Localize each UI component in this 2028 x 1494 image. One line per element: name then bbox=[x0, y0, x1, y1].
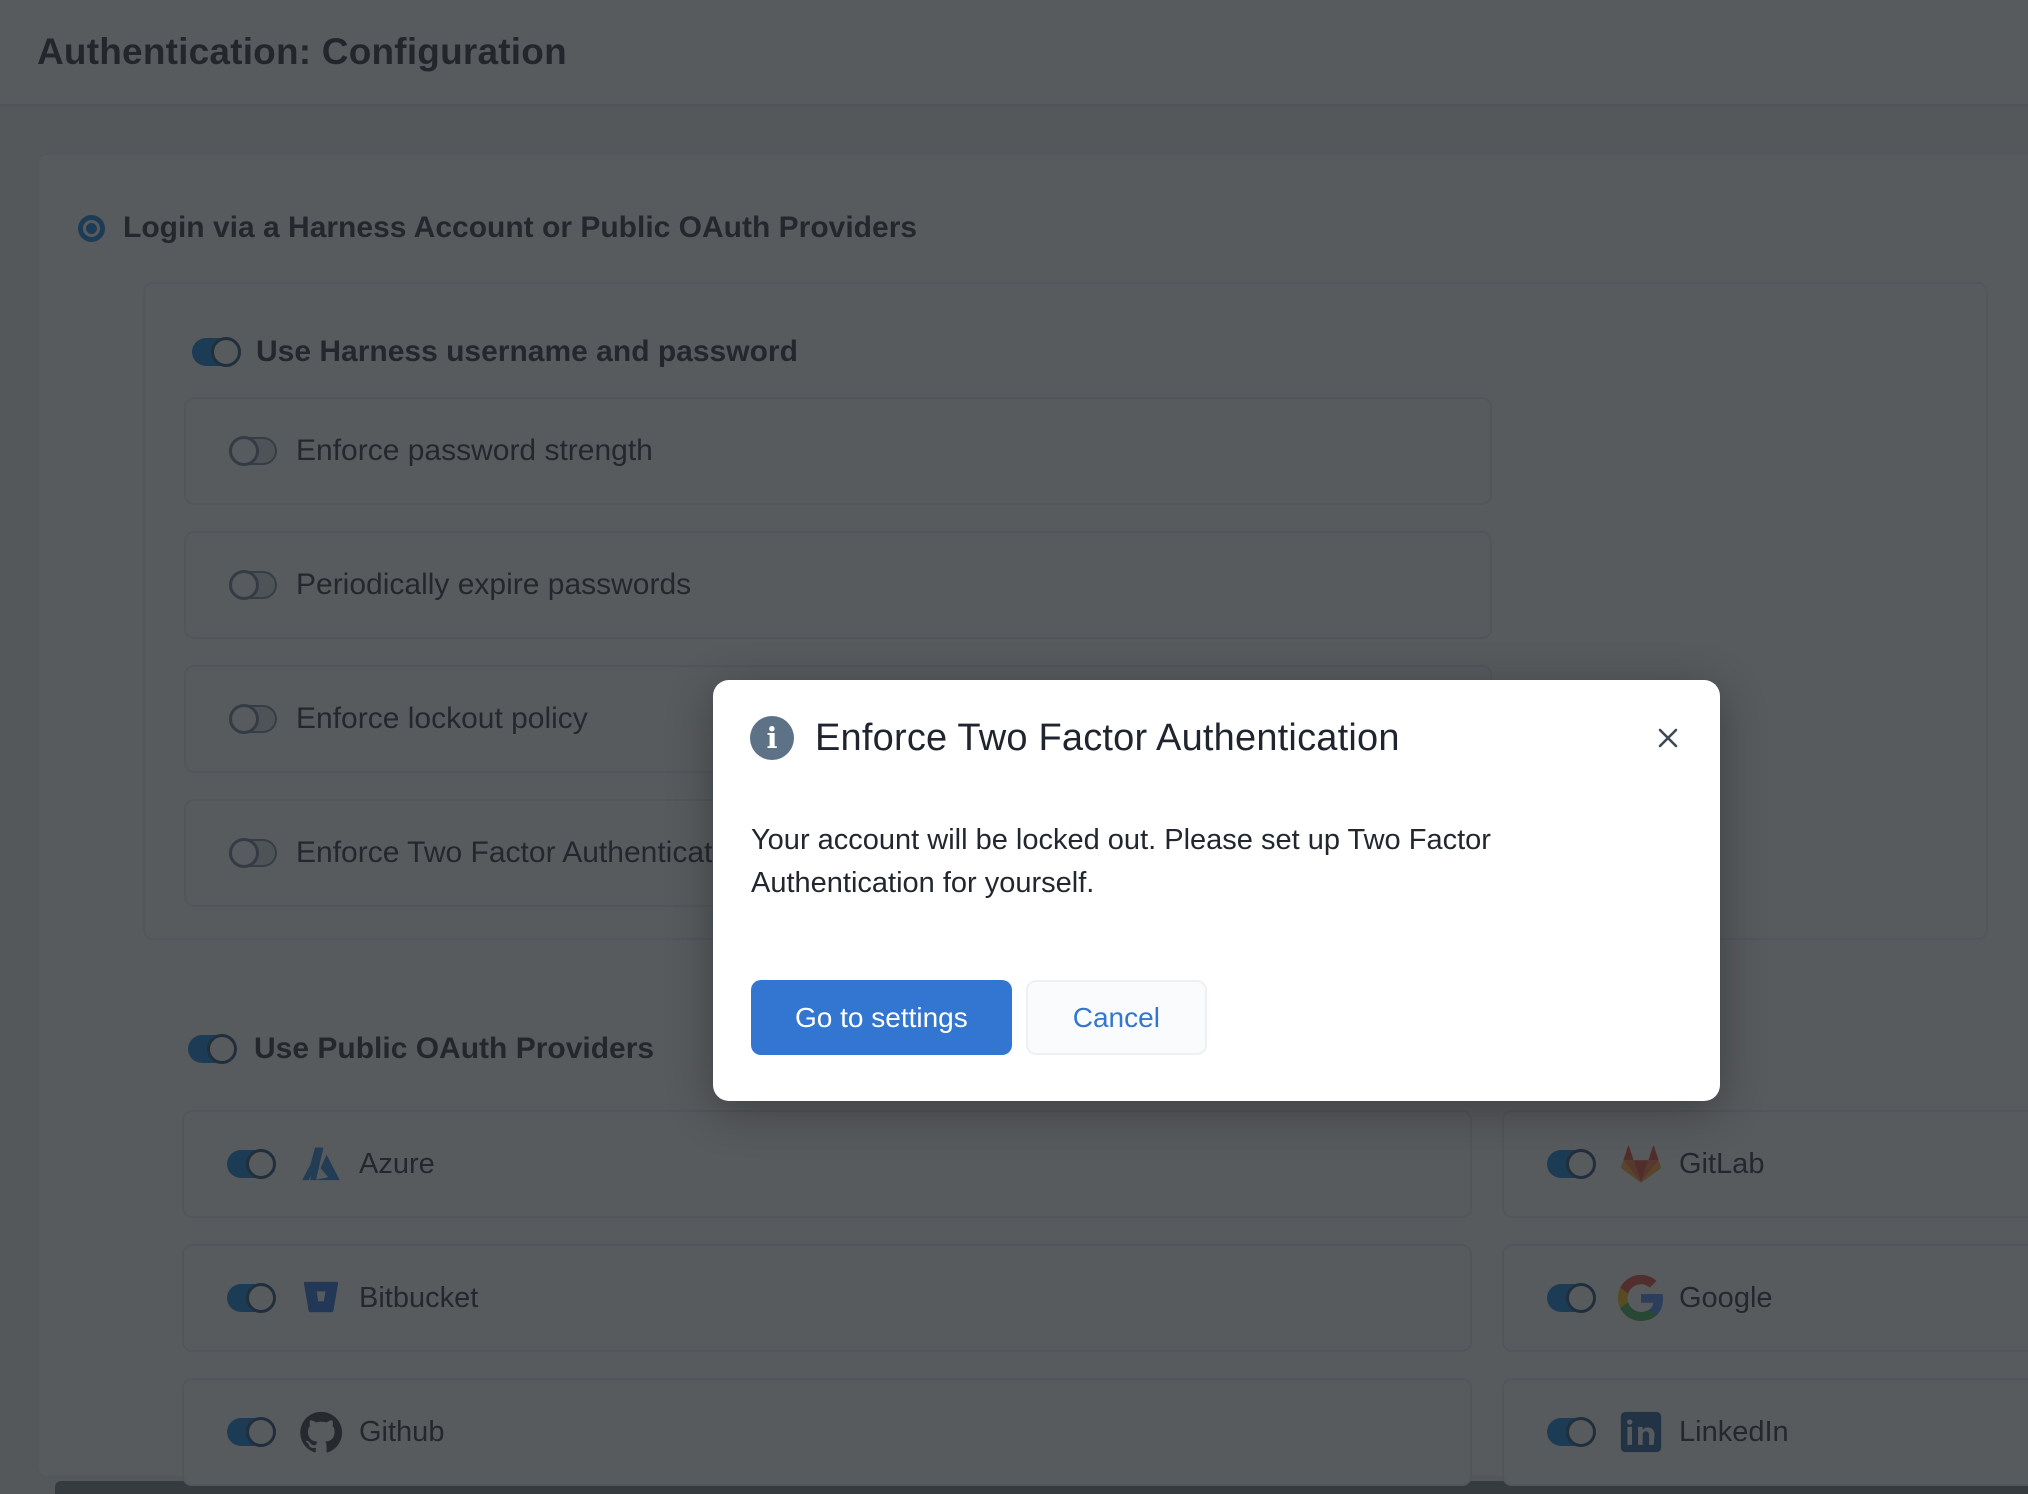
info-icon: i bbox=[750, 716, 794, 760]
dialog-actions: Go to settings Cancel bbox=[751, 980, 1207, 1055]
close-icon[interactable] bbox=[1646, 716, 1690, 760]
dialog-message: Your account will be locked out. Please … bbox=[751, 819, 1581, 905]
go-to-settings-button[interactable]: Go to settings bbox=[751, 980, 1012, 1055]
authentication-configuration-page: Authentication: Configuration Login via … bbox=[0, 0, 2028, 1494]
dialog-header: i Enforce Two Factor Authentication bbox=[713, 680, 1720, 760]
cancel-button[interactable]: Cancel bbox=[1026, 980, 1207, 1055]
dialog-title: Enforce Two Factor Authentication bbox=[815, 717, 1400, 760]
two-factor-dialog: i Enforce Two Factor Authentication Your… bbox=[713, 680, 1720, 1101]
